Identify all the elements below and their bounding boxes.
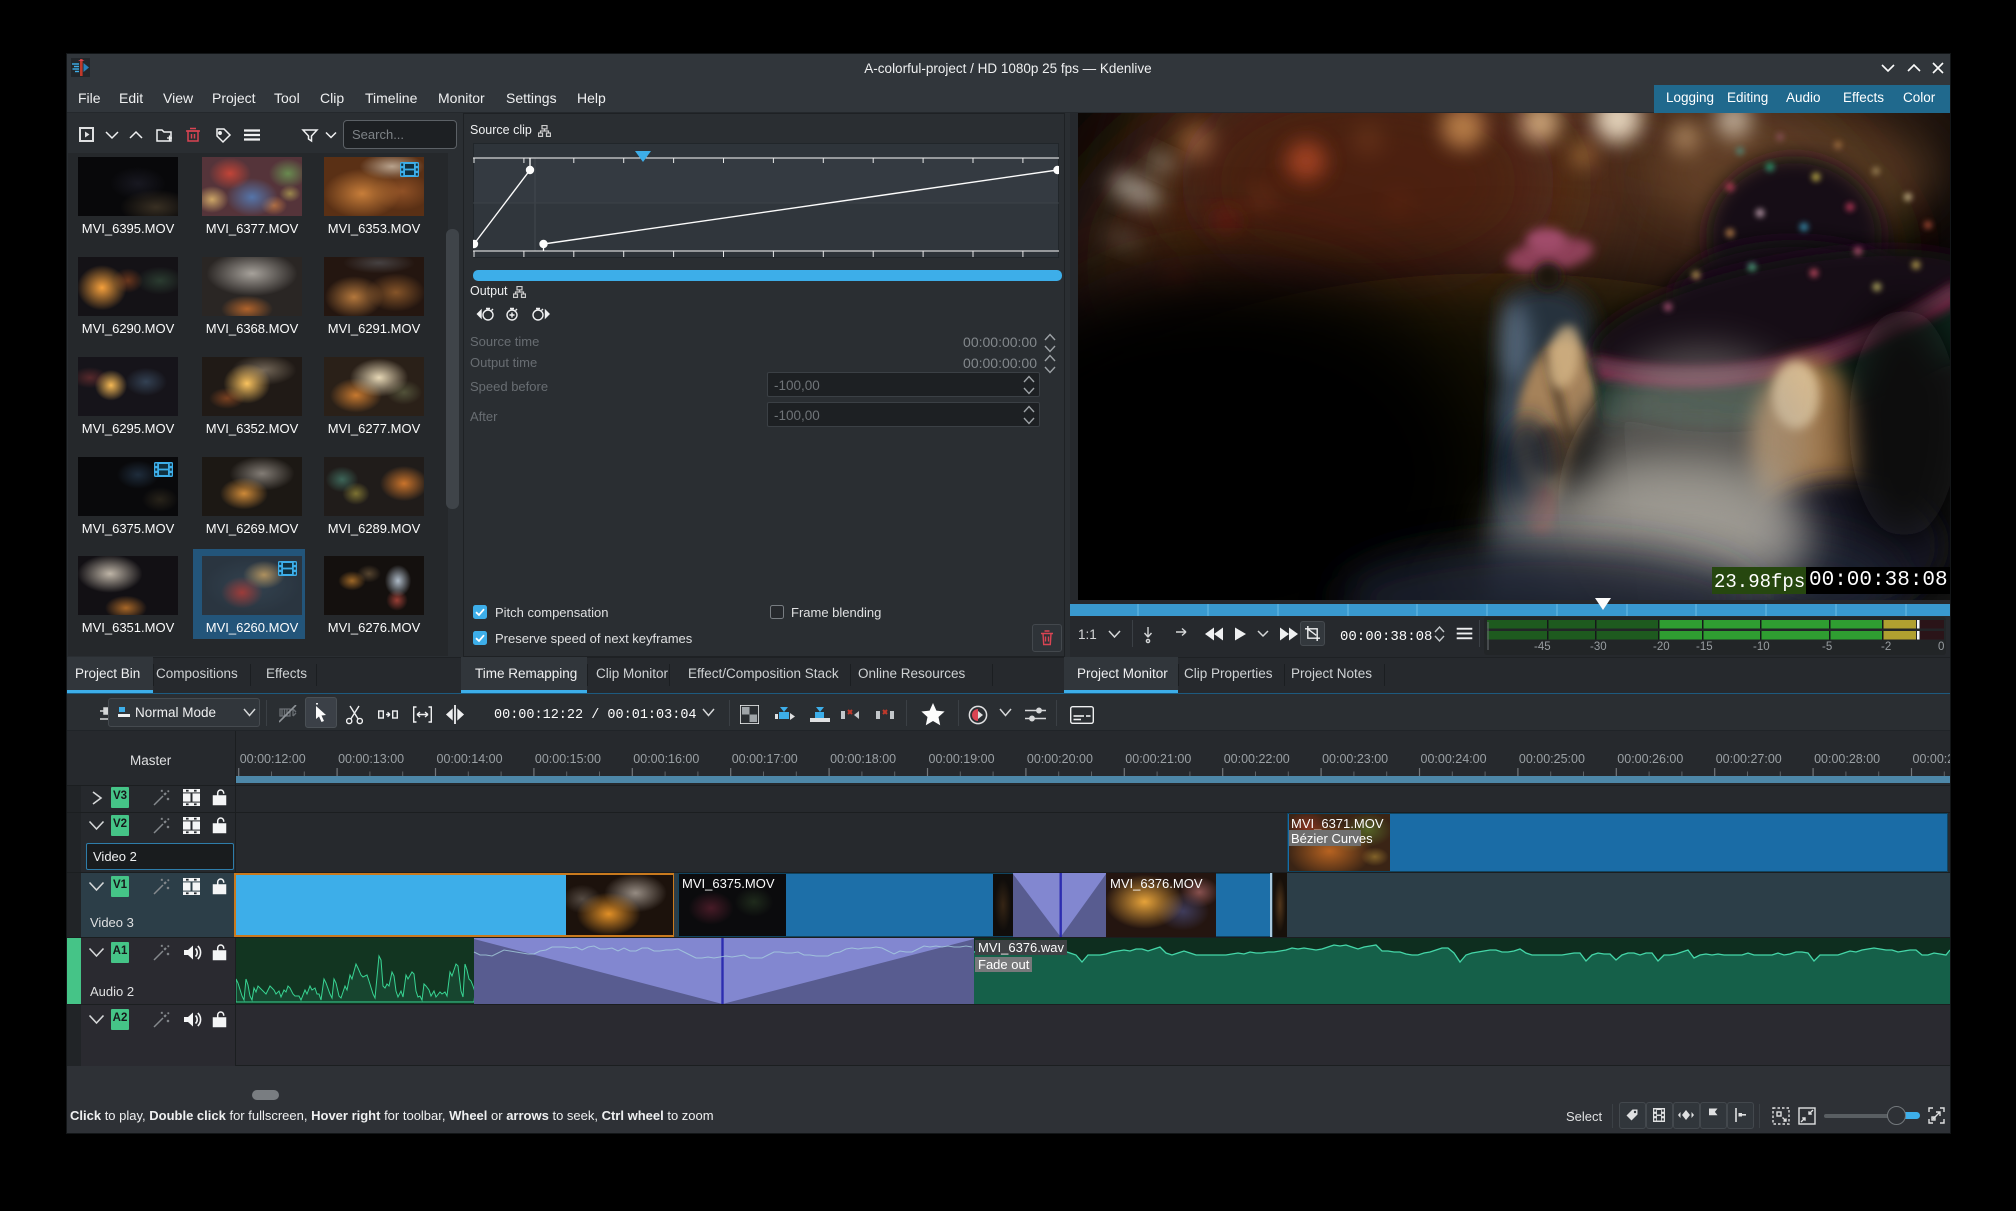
svg-text:00:00:12:00: 00:00:12:00 — [240, 752, 306, 766]
svg-text:00:00:25:00: 00:00:25:00 — [1519, 752, 1585, 766]
svg-text:00:00:21:00: 00:00:21:00 — [1125, 752, 1191, 766]
svg-text:00:00:15:00: 00:00:15:00 — [535, 752, 601, 766]
svg-text:00:00:17:00: 00:00:17:00 — [732, 752, 798, 766]
svg-text:00:00:27:00: 00:00:27:00 — [1716, 752, 1782, 766]
svg-text:00:00:20:00: 00:00:20:00 — [1027, 752, 1093, 766]
svg-text:00:00:29:00: 00:00:29:00 — [1913, 752, 1951, 766]
svg-text:00:00:13:00: 00:00:13:00 — [338, 752, 404, 766]
svg-text:00:00:16:00: 00:00:16:00 — [633, 752, 699, 766]
svg-text:00:00:19:00: 00:00:19:00 — [929, 752, 995, 766]
svg-text:00:00:28:00: 00:00:28:00 — [1814, 752, 1880, 766]
svg-text:00:00:22:00: 00:00:22:00 — [1224, 752, 1290, 766]
svg-text:00:00:26:00: 00:00:26:00 — [1617, 752, 1683, 766]
svg-text:00:00:14:00: 00:00:14:00 — [437, 752, 503, 766]
svg-text:00:00:24:00: 00:00:24:00 — [1421, 752, 1487, 766]
svg-text:00:00:18:00: 00:00:18:00 — [830, 752, 896, 766]
svg-text:00:00:23:00: 00:00:23:00 — [1322, 752, 1388, 766]
